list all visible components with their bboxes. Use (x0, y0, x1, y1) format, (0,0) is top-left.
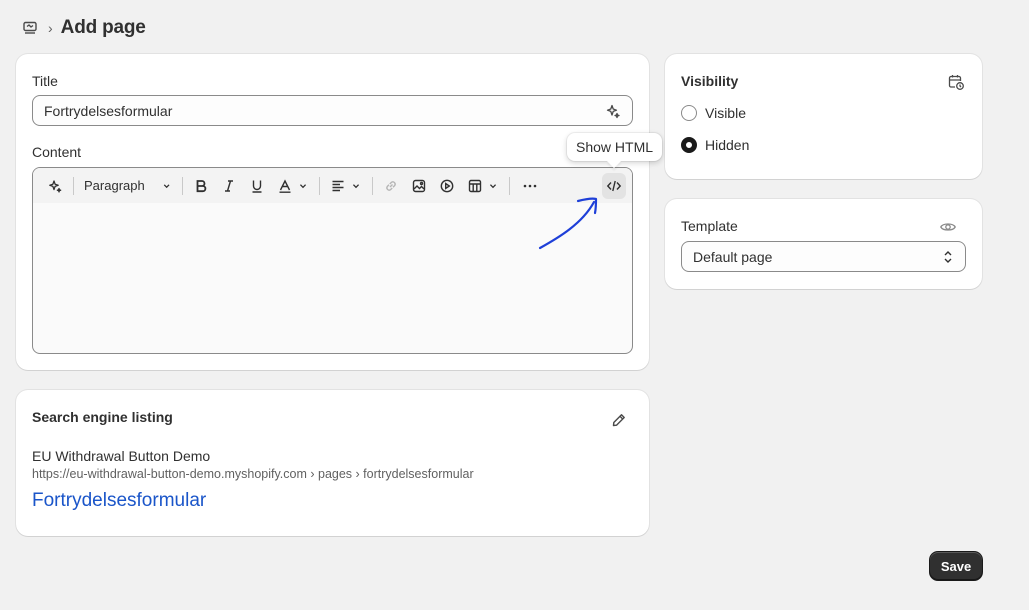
toolbar-divider (319, 176, 320, 195)
underline-icon[interactable] (245, 173, 269, 199)
page-header: › Add page (22, 14, 146, 42)
show-html-tooltip: Show HTML (567, 133, 663, 161)
calendar-clock-icon[interactable] (946, 72, 966, 92)
code-icon[interactable] (602, 172, 626, 199)
visibility-card: Visibility Visible Hidden (665, 54, 982, 179)
annotation-arrow-icon (538, 197, 598, 250)
seo-url: https://eu-withdrawal-button-demo.myshop… (32, 467, 474, 481)
content-label: Content (32, 144, 82, 160)
chevron-down-icon (352, 183, 360, 188)
toolbar-divider (182, 176, 183, 195)
italic-icon[interactable] (217, 173, 241, 199)
link-icon[interactable] (379, 173, 403, 199)
select-chevron-icon (944, 250, 952, 263)
visible-label: Visible (705, 105, 746, 121)
radio-hidden[interactable] (681, 137, 697, 153)
title-input[interactable]: Fortrydelsesformular (32, 95, 633, 126)
search-engine-listing-card: Search engine listing EU Withdrawal Butt… (16, 390, 649, 536)
image-icon[interactable] (407, 173, 431, 199)
template-card: Template Default page (665, 199, 982, 289)
toolbar-divider (372, 176, 373, 195)
ai-sparkle-icon[interactable] (605, 103, 621, 119)
seo-card-title: Search engine listing (32, 409, 173, 425)
title-label: Title (32, 73, 58, 89)
table-dropdown[interactable] (463, 173, 503, 199)
chevron-down-icon (489, 183, 497, 188)
text-color-dropdown[interactable] (273, 173, 313, 199)
eye-icon[interactable] (938, 217, 958, 237)
sparkle-icon[interactable] (43, 173, 67, 199)
template-select-value: Default page (693, 248, 773, 265)
toolbar-divider (509, 176, 510, 195)
seo-page-title[interactable]: Fortrydelsesformular (32, 490, 206, 512)
paragraph-format-dropdown[interactable]: Paragraph (80, 173, 176, 199)
visibility-option-visible[interactable]: Visible (681, 105, 746, 121)
chevron-down-icon (163, 183, 170, 188)
align-dropdown[interactable] (326, 173, 366, 199)
breadcrumb-separator: › (48, 20, 53, 36)
visibility-title: Visibility (681, 73, 739, 89)
title-input-value: Fortrydelsesformular (44, 102, 173, 119)
toolbar-divider (73, 176, 74, 195)
chevron-down-icon (299, 183, 307, 188)
video-icon[interactable] (435, 173, 459, 199)
page-title: Add page (60, 17, 146, 38)
template-label: Template (681, 218, 738, 234)
radio-visible[interactable] (681, 105, 697, 121)
align-icon (332, 180, 344, 191)
template-select[interactable]: Default page (681, 241, 966, 272)
bold-icon[interactable] (189, 173, 213, 199)
hidden-label: Hidden (705, 137, 750, 153)
text-color-icon (279, 178, 291, 193)
seo-store-name: EU Withdrawal Button Demo (32, 448, 211, 464)
edit-pencil-icon[interactable] (609, 410, 629, 430)
paragraph-format-label: Paragraph (84, 178, 145, 193)
save-button[interactable]: Save (930, 552, 982, 580)
table-icon (468, 179, 482, 192)
pages-icon[interactable] (22, 20, 38, 36)
visibility-option-hidden[interactable]: Hidden (681, 137, 749, 153)
